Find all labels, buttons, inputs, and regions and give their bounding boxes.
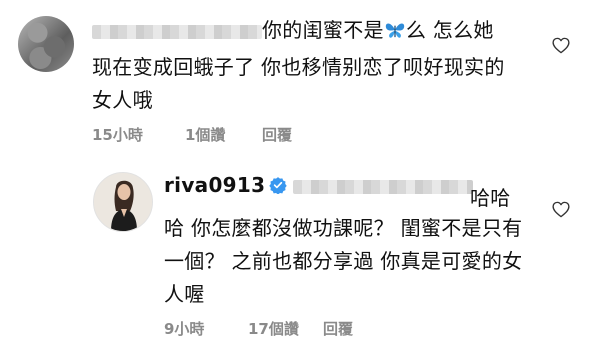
- timestamp: 9小時: [164, 320, 205, 338]
- likes-count[interactable]: 17個讚: [248, 318, 299, 339]
- likes-count[interactable]: 1個讚: [185, 124, 225, 145]
- comment-text-line1: riva0913: [164, 170, 474, 201]
- comment-text-line2: 哈 你怎麼都沒做功課呢？ 閨蜜不是只有: [164, 216, 523, 240]
- comment-text-line1-end: 哈哈: [470, 186, 511, 210]
- comment-text-line1: 你的闺蜜不是 么 怎么她: [92, 15, 494, 46]
- butterfly-icon: [385, 23, 404, 38]
- comment-text-line2: 现在变成回蛾子了 你也移情别恋了呗好现实的: [92, 55, 505, 79]
- comment-text-line3: 一個？ 之前也都分享過 你真是可愛的女: [164, 249, 523, 273]
- redacted-mention: [293, 179, 474, 194]
- avatar-riva0913[interactable]: [93, 172, 153, 232]
- username[interactable]: riva0913: [164, 173, 265, 197]
- redacted-username: [92, 24, 262, 39]
- timestamp: 15小時: [92, 126, 143, 144]
- avatar[interactable]: [18, 16, 74, 72]
- heart-icon[interactable]: [552, 37, 570, 54]
- comment-text-line4: 人喔: [164, 282, 205, 306]
- verified-badge-icon: [269, 177, 288, 194]
- comment-text-line3: 女人哦: [92, 88, 153, 112]
- reply-button[interactable]: 回覆: [262, 124, 292, 145]
- heart-icon[interactable]: [552, 201, 570, 218]
- reply-button[interactable]: 回覆: [323, 318, 353, 339]
